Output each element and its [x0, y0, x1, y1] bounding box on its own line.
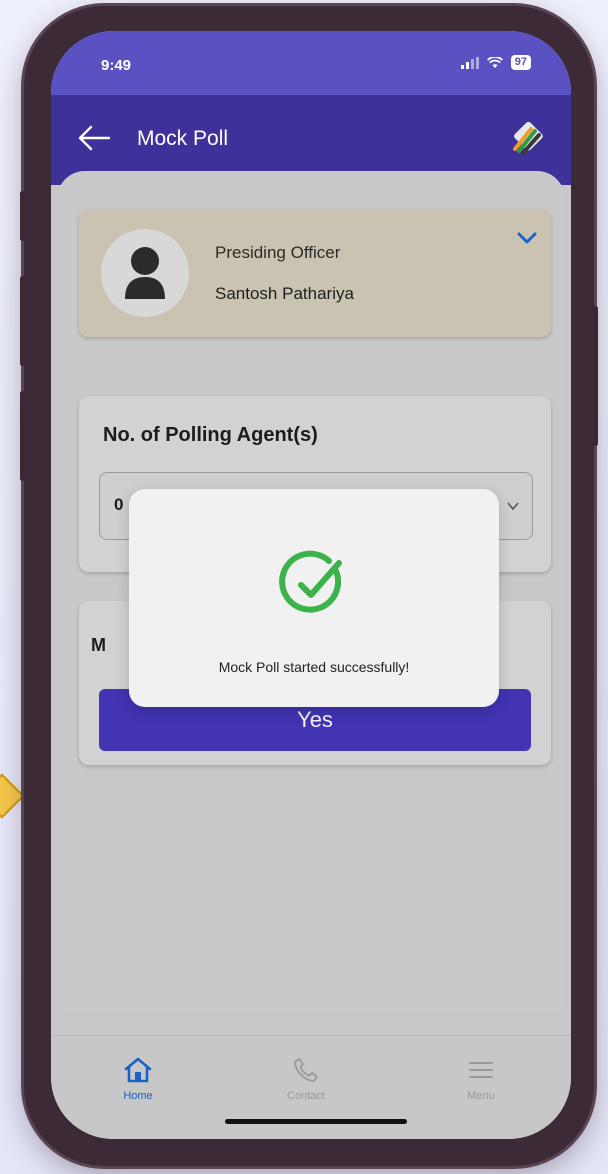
check-circle-icon: [279, 550, 342, 613]
nav-menu[interactable]: Menu: [436, 1056, 526, 1102]
status-bar: 9:49 97: [51, 31, 571, 95]
user-icon: [125, 247, 165, 299]
officer-card[interactable]: Presiding Officer Santosh Pathariya: [79, 209, 551, 337]
chevron-down-icon[interactable]: [517, 231, 537, 245]
home-icon: [124, 1057, 152, 1083]
mock-poll-label: M: [91, 635, 106, 655]
page-title: Mock Poll: [137, 127, 229, 150]
nav-contact[interactable]: Contact: [261, 1056, 351, 1102]
menu-icon: [469, 1062, 493, 1078]
officer-role: Presiding Officer: [215, 243, 341, 262]
status-icons: 97: [460, 55, 531, 70]
avatar: [101, 229, 189, 317]
phone-icon: [294, 1058, 318, 1082]
signal-icon: [460, 56, 479, 69]
chevron-down-icon: [507, 502, 519, 511]
nav-menu-label: Menu: [467, 1090, 495, 1102]
app-logo-icon: [513, 121, 543, 155]
polling-agents-value: 0: [114, 495, 124, 514]
success-toast: Mock Poll started successfully!: [129, 489, 499, 707]
nav-home[interactable]: Home: [93, 1056, 183, 1102]
home-indicator[interactable]: [225, 1119, 407, 1124]
status-time: 9:49: [101, 57, 132, 74]
volume-down-button: [20, 391, 25, 481]
nav-home-label: Home: [123, 1090, 153, 1102]
phone-screen: 9:49 97 Mock Poll Presiding Officer Sant…: [51, 31, 571, 1139]
volume-up-button: [20, 276, 25, 366]
wifi-icon: [486, 56, 503, 68]
silent-switch: [20, 191, 25, 241]
toast-message: Mock Poll started successfully!: [218, 659, 410, 675]
battery-icon: 97: [510, 55, 531, 70]
back-arrow-icon[interactable]: [77, 123, 111, 153]
power-button: [593, 306, 598, 446]
polling-agents-title: No. of Polling Agent(s): [103, 424, 318, 446]
side-decoration: [0, 773, 25, 819]
nav-contact-label: Contact: [287, 1090, 325, 1102]
officer-name: Santosh Pathariya: [215, 284, 354, 303]
